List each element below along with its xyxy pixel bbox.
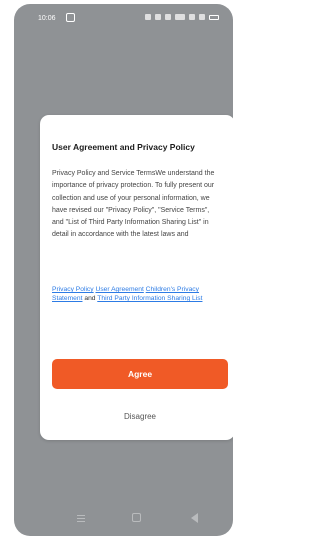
disagree-button[interactable]: Disagree: [52, 405, 228, 427]
third-party-list-link[interactable]: Third Party Information Sharing List: [97, 295, 202, 302]
dialog-title: User Agreement and Privacy Policy: [52, 142, 195, 152]
status-bar: 10:06: [14, 4, 233, 32]
and-text: and: [84, 295, 96, 303]
signal-icon: [189, 14, 195, 20]
user-agreement-link[interactable]: User Agreement: [95, 286, 143, 293]
menu-icon[interactable]: [77, 515, 85, 522]
wifi-icon: [165, 14, 171, 20]
back-icon[interactable]: [191, 513, 198, 523]
notification-app-icon: [66, 13, 75, 22]
battery-icon: [209, 14, 219, 20]
phone-screen: 10:06 User Agreement and Privacy Policy …: [14, 4, 233, 536]
policy-links: Privacy Policy User Agreement Children's…: [52, 285, 230, 303]
dialog-body-text: Privacy Policy and Service TermsWe under…: [52, 170, 215, 239]
agree-button[interactable]: Agree: [52, 359, 228, 389]
data-icon: [175, 14, 185, 20]
status-time: 10:06: [38, 15, 56, 22]
navigation-bar: [14, 502, 233, 536]
status-icons: [145, 14, 219, 20]
privacy-dialog: User Agreement and Privacy Policy Privac…: [40, 115, 233, 440]
signal-2-icon: [199, 14, 205, 20]
home-icon[interactable]: [132, 513, 141, 522]
bluetooth-icon: [155, 14, 161, 20]
alarm-icon: [145, 14, 151, 20]
privacy-policy-link[interactable]: Privacy Policy: [52, 286, 94, 293]
